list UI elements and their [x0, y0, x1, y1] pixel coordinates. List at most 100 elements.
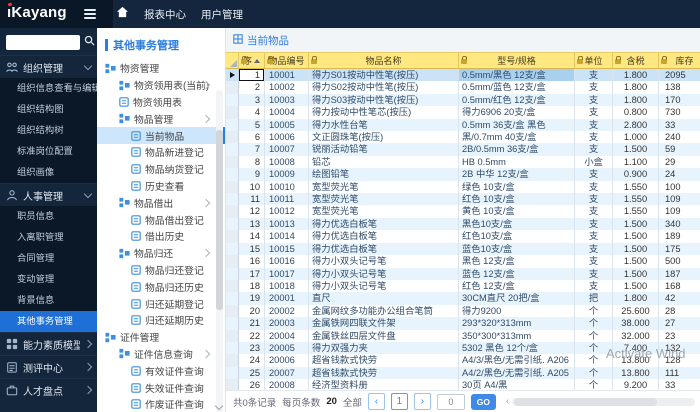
- table-row[interactable]: 1920001直尺30CM直尺 20把/盒把1.80042: [226, 292, 700, 304]
- table-cell[interactable]: 1.000: [613, 131, 659, 143]
- tree-item[interactable]: 归还延期历史: [97, 312, 225, 329]
- table-cell[interactable]: 得力S02按动中性笔(按压): [309, 81, 459, 93]
- table-cell[interactable]: 蓝色10支/盒: [459, 243, 575, 255]
- table-cell[interactable]: 支: [575, 168, 613, 180]
- row-marker-cell[interactable]: [226, 317, 239, 329]
- column-header[interactable]: 含税: [613, 53, 659, 68]
- sidebar-section-header[interactable]: 能力素质模型: [0, 332, 97, 355]
- table-row[interactable]: 1110011宽型荧光笔红色 10支/盒支1.550109: [226, 193, 700, 205]
- table-row[interactable]: 2520007超省钱款式快劳A4/2/黑色/无需引纸. A205个13.8001…: [226, 367, 700, 379]
- table-cell[interactable]: 18: [239, 280, 265, 292]
- table-cell[interactable]: 240: [659, 131, 700, 143]
- table-cell[interactable]: 支: [575, 255, 613, 267]
- table-cell[interactable]: 20003: [265, 317, 309, 329]
- column-header[interactable]: 单位: [575, 53, 613, 68]
- table-cell[interactable]: 得力小双头记号笔: [309, 255, 459, 267]
- table-cell[interactable]: 20004: [265, 330, 309, 342]
- table-row[interactable]: 410004得力按动中性笔芯(按压)得力6906 20支/盒支0.800730: [226, 106, 700, 118]
- table-cell[interactable]: 支: [575, 81, 613, 93]
- table-cell[interactable]: A4/3/黑色/无需引纸. A206: [459, 354, 575, 366]
- table-cell[interactable]: 绿色 10支/盒: [459, 181, 575, 193]
- table-row[interactable]: 2020002金属网纹多功能办公组合笔筒得力9200个25.60028: [226, 305, 700, 317]
- table-cell[interactable]: 得力优选白板笔: [309, 218, 459, 230]
- table-cell[interactable]: 10004: [265, 106, 309, 118]
- table-cell[interactable]: 13.800: [613, 367, 659, 379]
- next-page-button[interactable]: ›: [414, 393, 431, 410]
- table-cell[interactable]: 0.5mm/红色 12支/盒: [459, 94, 575, 106]
- tree-item[interactable]: 有效证件查询: [97, 362, 225, 379]
- table-cell[interactable]: 2B/0.5mm 36支/盒: [459, 143, 575, 155]
- sidebar-item[interactable]: 组织画像: [0, 162, 97, 183]
- top-tab-reports[interactable]: 报表中心: [144, 7, 186, 22]
- table-row[interactable]: 610006文正圆珠笔(按压)黑/0.7mm 40支/盒支1.000240: [226, 131, 700, 143]
- table-cell[interactable]: 10012: [265, 205, 309, 217]
- table-cell[interactable]: 1.800: [613, 94, 659, 106]
- sidebar-item[interactable]: 职员信息: [0, 206, 97, 227]
- tree-item[interactable]: 物品借出: [97, 194, 225, 211]
- table-cell[interactable]: 10: [239, 181, 265, 193]
- table-cell[interactable]: 个: [575, 354, 613, 366]
- row-marker-cell[interactable]: [226, 181, 239, 193]
- table-cell[interactable]: 蓝色 12支/盒: [459, 268, 575, 280]
- table-cell[interactable]: 10011: [265, 193, 309, 205]
- row-marker-cell[interactable]: [226, 218, 239, 230]
- column-header[interactable]: 型号/规格: [459, 53, 575, 68]
- table-row[interactable]: 310003得力S03按动中性笔(按压)0.5mm/红色 12支/盒支1.800…: [226, 94, 700, 106]
- table-cell[interactable]: 金属网纹多功能办公组合笔筒: [309, 305, 459, 317]
- table-cell[interactable]: 4: [239, 106, 265, 118]
- table-cell[interactable]: 小盒: [575, 156, 613, 168]
- table-cell[interactable]: 1.100: [613, 156, 659, 168]
- menu-icon[interactable]: [84, 9, 96, 21]
- table-cell[interactable]: 17: [239, 268, 265, 280]
- sidebar-item[interactable]: 组织结构树: [0, 120, 97, 141]
- sidebar-section-header[interactable]: 组织管理: [0, 55, 97, 78]
- table-cell[interactable]: 10017: [265, 268, 309, 280]
- sidebar-item[interactable]: 组织结构图: [0, 99, 97, 120]
- table-cell[interactable]: 支: [575, 119, 613, 131]
- table-cell[interactable]: 10003: [265, 94, 309, 106]
- table-cell[interactable]: 锐丽活动铅笔: [309, 143, 459, 155]
- table-cell[interactable]: 1.500: [613, 230, 659, 242]
- table-cell[interactable]: 宽型荧光笔: [309, 181, 459, 193]
- table-cell[interactable]: 0.5mm/黑色 12支/盒: [459, 69, 575, 81]
- tree-item[interactable]: 作废证件查询: [97, 396, 225, 412]
- table-cell[interactable]: 得力9200: [459, 305, 575, 317]
- table-cell[interactable]: 个: [575, 367, 613, 379]
- row-marker-cell[interactable]: [226, 342, 239, 354]
- row-marker-cell[interactable]: [226, 69, 239, 81]
- table-cell[interactable]: 金属铁网四联文件架: [309, 317, 459, 329]
- table-cell[interactable]: 黑色 12支/盒: [459, 255, 575, 267]
- scroll-left-icon[interactable]: ‹: [506, 396, 509, 407]
- table-cell[interactable]: 支: [575, 131, 613, 143]
- table-cell[interactable]: 10006: [265, 131, 309, 143]
- table-cell[interactable]: 1.550: [613, 193, 659, 205]
- row-marker-cell[interactable]: [226, 243, 239, 255]
- table-cell[interactable]: 6: [239, 131, 265, 143]
- home-icon[interactable]: [116, 5, 129, 23]
- row-marker-cell[interactable]: [226, 106, 239, 118]
- current-page[interactable]: 1: [391, 393, 408, 410]
- table-cell[interactable]: 23: [659, 330, 700, 342]
- table-row[interactable]: 2620008经济型资料册30页 A4/黑个9.20033: [226, 379, 700, 390]
- tree-item[interactable]: 借出历史: [97, 228, 225, 245]
- table-cell[interactable]: 26: [239, 379, 265, 390]
- table-cell[interactable]: 黑色10支/盒: [459, 218, 575, 230]
- tree-item[interactable]: 物品借出登记: [97, 211, 225, 228]
- table-cell[interactable]: 21: [239, 317, 265, 329]
- page-size-value[interactable]: 20: [326, 396, 337, 407]
- table-cell[interactable]: 33: [659, 119, 700, 131]
- table-cell[interactable]: 支: [575, 193, 613, 205]
- table-cell[interactable]: 2: [239, 81, 265, 93]
- table-cell[interactable]: 得力按动中性笔芯(按压): [309, 106, 459, 118]
- table-cell[interactable]: 宽型荧光笔: [309, 205, 459, 217]
- table-row[interactable]: 1010010宽型荧光笔绿色 10支/盒支1.550100: [226, 181, 700, 193]
- sidebar-item[interactable]: 合同管理: [0, 248, 97, 269]
- tree-scrollbar[interactable]: [216, 90, 223, 412]
- table-cell[interactable]: 11: [239, 193, 265, 205]
- row-marker-cell[interactable]: [226, 354, 239, 366]
- row-marker-cell[interactable]: [226, 292, 239, 304]
- table-cell[interactable]: 24: [659, 168, 700, 180]
- table-cell[interactable]: 红色 12支/盒: [459, 280, 575, 292]
- table-cell[interactable]: 1.800: [613, 81, 659, 93]
- tab-current-items[interactable]: 当前物品: [233, 33, 289, 48]
